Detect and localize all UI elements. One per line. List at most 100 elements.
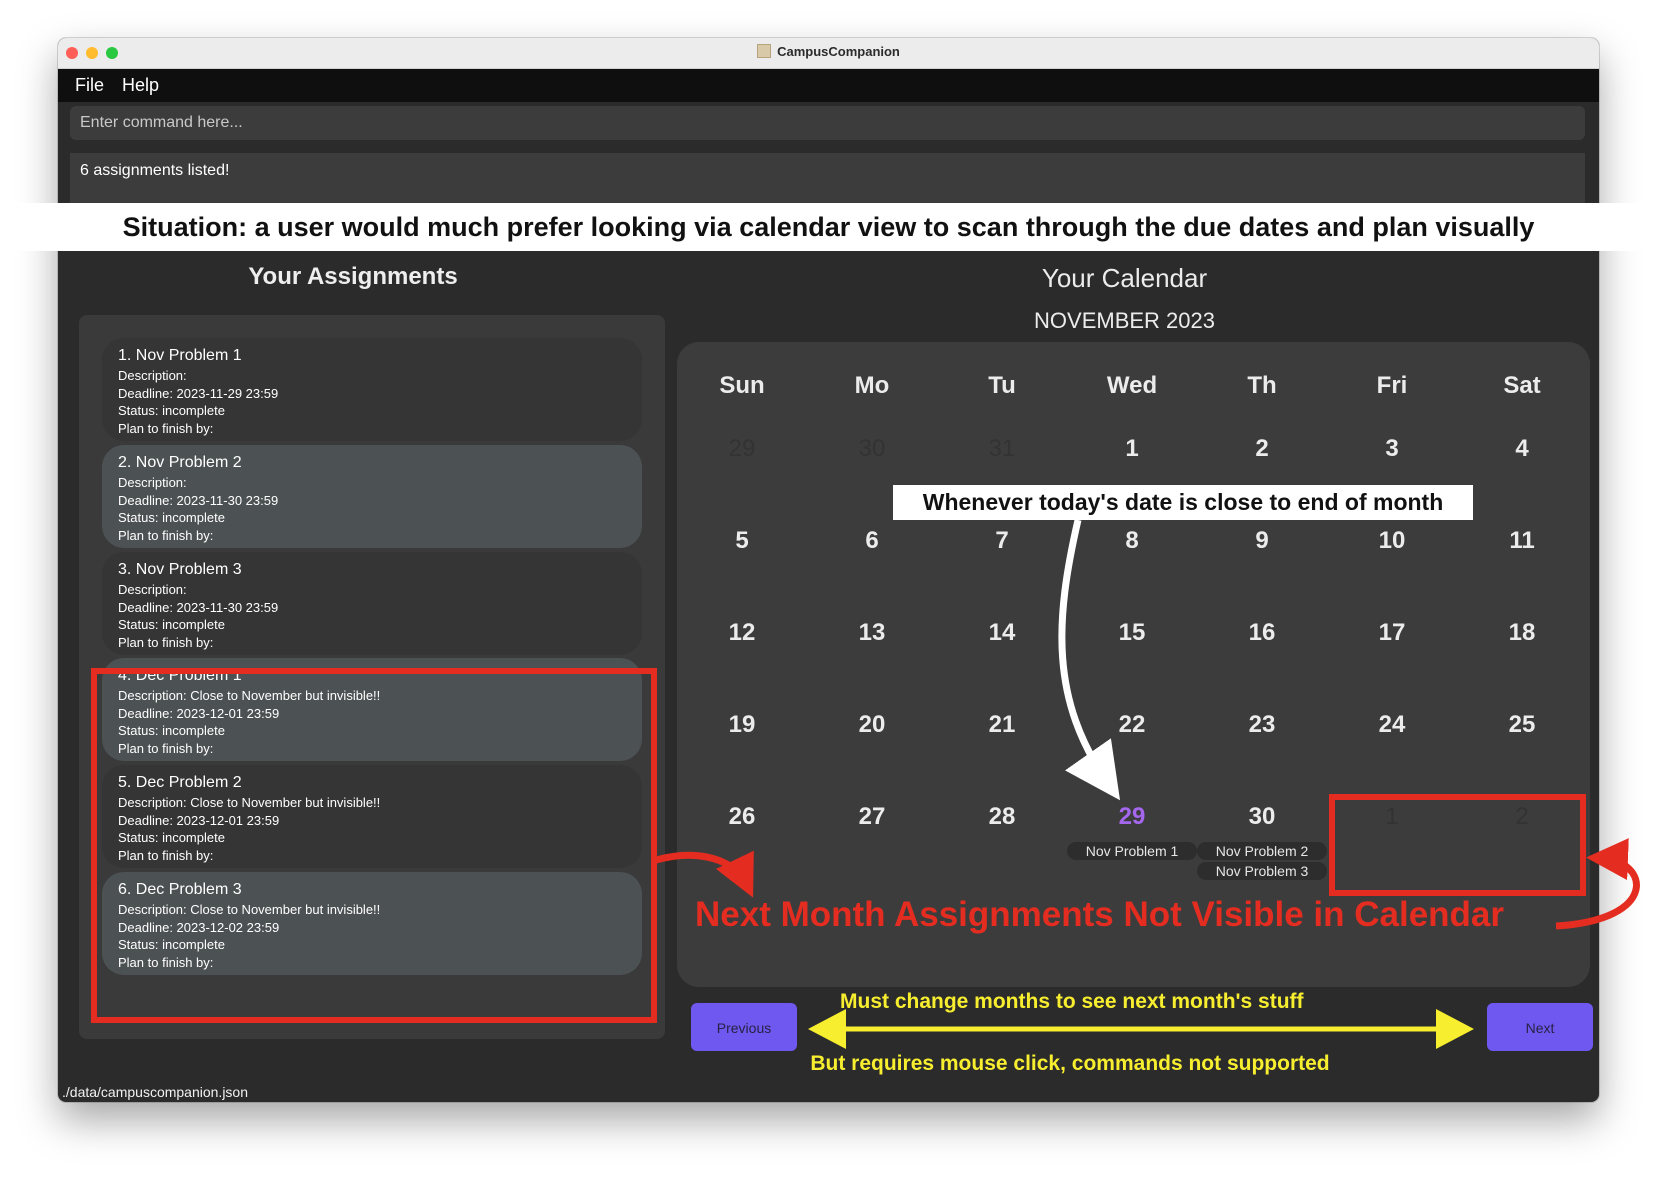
weekday-header: Sat (1503, 372, 1541, 399)
assignment-card[interactable]: 1. Nov Problem 1 Description: Deadline: … (102, 338, 642, 441)
calendar-day[interactable]: 20 (807, 711, 937, 739)
menu-file[interactable]: File (75, 75, 104, 96)
calendar-day-other-month[interactable]: 30 (807, 435, 937, 463)
assignment-status: Status: incomplete (118, 830, 225, 845)
calendar-day[interactable]: 4 (1457, 435, 1587, 463)
menu-help[interactable]: Help (122, 75, 159, 96)
calendar-day[interactable]: 13 (807, 619, 937, 647)
calendar-day-other-month[interactable]: 1 (1327, 803, 1457, 831)
window-title-wrap: CampusCompanion (58, 44, 1599, 59)
assignment-description: Description: (118, 582, 187, 597)
calendar-day[interactable]: 27 (807, 803, 937, 831)
assignment-plan: Plan to finish by: (118, 954, 214, 970)
assignment-description: Description: (118, 475, 187, 490)
annotation-mouse-required: But requires mouse click, commands not s… (810, 1052, 1330, 1075)
calendar-day[interactable]: 17 (1327, 619, 1457, 647)
calendar-day[interactable]: 26 (677, 803, 807, 831)
assignment-plan: Plan to finish by: (118, 847, 214, 863)
assignment-card[interactable]: 4. Dec Problem 1 Description: Close to N… (102, 658, 642, 761)
calendar-day[interactable]: 12 (677, 619, 807, 647)
assignment-deadline: Deadline: 2023-11-30 23:59 (118, 599, 279, 615)
assignment-status: Status: incomplete (118, 937, 225, 952)
calendar-day-today[interactable]: 29 (1067, 803, 1197, 831)
next-month-button[interactable]: Next (1487, 1003, 1593, 1051)
assignment-deadline: Deadline: 2023-11-30 23:59 (118, 492, 279, 508)
calendar-day[interactable]: 10 (1327, 527, 1457, 555)
assignment-status: Status: incomplete (118, 510, 225, 525)
app-icon (757, 44, 772, 58)
weekday-header: Sun (719, 372, 765, 399)
calendar-day[interactable]: 9 (1197, 527, 1327, 555)
calendar-day[interactable]: 28 (937, 803, 1067, 831)
assignment-description: Description: Close to November but invis… (118, 902, 381, 917)
calendar-day[interactable]: 22 (1067, 711, 1197, 739)
weekday-header: Mo (854, 372, 890, 399)
window-title: CampusCompanion (777, 44, 900, 59)
previous-month-button[interactable]: Previous (691, 1003, 797, 1051)
calendar-event-chip[interactable]: Nov Problem 3 (1197, 862, 1327, 880)
assignment-plan: Plan to finish by: (118, 420, 214, 436)
annotation-next-month-invisible: Next Month Assignments Not Visible in Ca… (695, 895, 1505, 934)
assignment-title: 5. Dec Problem 2 (118, 774, 242, 791)
calendar-day[interactable]: 15 (1067, 619, 1197, 647)
calendar-day[interactable]: 21 (937, 711, 1067, 739)
assignment-title: 4. Dec Problem 1 (118, 667, 242, 684)
calendar-day[interactable]: 18 (1457, 619, 1587, 647)
calendar-day[interactable]: 6 (807, 527, 937, 555)
calendar-day[interactable]: 14 (937, 619, 1067, 647)
calendar-day[interactable]: 23 (1197, 711, 1327, 739)
assignment-list[interactable]: 1. Nov Problem 1 Description: Deadline: … (79, 315, 665, 1039)
calendar-day[interactable]: 24 (1327, 711, 1457, 739)
assignment-status: Status: incomplete (118, 403, 225, 418)
assignment-description: Description: Close to November but invis… (118, 795, 381, 810)
assignment-description: Description: (118, 368, 187, 383)
app-window: CampusCompanion File Help 6 assignments … (58, 38, 1599, 1102)
calendar-day[interactable]: 1 (1067, 435, 1197, 463)
assignment-card[interactable]: 6. Dec Problem 3 Description: Close to N… (102, 872, 642, 975)
assignment-plan: Plan to finish by: (118, 527, 214, 543)
assignment-description: Description: Close to November but invis… (118, 688, 381, 703)
weekday-header: Wed (1106, 372, 1158, 399)
assignment-card[interactable]: 3. Nov Problem 3 Description: Deadline: … (102, 552, 642, 655)
annotation-change-months: Must change months to see next month's s… (840, 990, 1304, 1013)
calendar-day[interactable]: 30 (1197, 803, 1327, 831)
calendar-day[interactable]: 19 (677, 711, 807, 739)
assignment-plan: Plan to finish by: (118, 634, 214, 650)
status-bar-file-path: ./data/campuscompanion.json (62, 1084, 248, 1100)
assignment-status: Status: incomplete (118, 617, 225, 632)
calendar-day[interactable]: 16 (1197, 619, 1327, 647)
calendar-day[interactable]: 8 (1067, 527, 1197, 555)
assignment-card[interactable]: 2. Nov Problem 2 Description: Deadline: … (102, 445, 642, 548)
calendar-event-chip[interactable]: Nov Problem 2 (1197, 842, 1327, 860)
calendar-day-other-month[interactable]: 31 (937, 435, 1067, 463)
assignment-deadline: Deadline: 2023-12-01 23:59 (118, 705, 280, 721)
command-input[interactable] (70, 106, 1585, 140)
situation-banner: Situation: a user would much prefer look… (0, 203, 1657, 251)
calendar-day[interactable]: 5 (677, 527, 807, 555)
weekday-header: Tu (988, 372, 1016, 399)
calendar-day[interactable]: 2 (1197, 435, 1327, 463)
calendar-day[interactable]: 3 (1327, 435, 1457, 463)
calendar-event-chip[interactable]: Nov Problem 1 (1067, 842, 1197, 860)
calendar-heading: Your Calendar (1041, 263, 1208, 293)
calendar-day-other-month[interactable]: 2 (1457, 803, 1587, 831)
assignment-title: 3. Nov Problem 3 (118, 561, 242, 578)
assignment-title: 2. Nov Problem 2 (118, 454, 242, 471)
result-message: 6 assignments listed! (80, 162, 230, 179)
assignment-deadline: Deadline: 2023-12-01 23:59 (118, 812, 280, 828)
weekday-header: Th (1247, 372, 1277, 399)
calendar-day[interactable]: 7 (937, 527, 1067, 555)
assignment-plan: Plan to finish by: (118, 740, 214, 756)
calendar-month-label: NOVEMBER 2023 (1034, 308, 1215, 333)
assignment-deadline: Deadline: 2023-12-02 23:59 (118, 919, 280, 935)
annotation-note-month-end: Whenever today's date is close to end of… (893, 485, 1473, 520)
title-bar: CampusCompanion (58, 38, 1599, 69)
weekday-header: Fri (1376, 372, 1408, 399)
assignment-title: 6. Dec Problem 3 (118, 881, 242, 898)
calendar-day[interactable]: 11 (1457, 527, 1587, 555)
assignment-card[interactable]: 5. Dec Problem 2 Description: Close to N… (102, 765, 642, 868)
menu-bar: File Help (58, 69, 1599, 102)
calendar-day[interactable]: 25 (1457, 711, 1587, 739)
calendar-day-other-month[interactable]: 29 (677, 435, 807, 463)
assignment-deadline: Deadline: 2023-11-29 23:59 (118, 385, 279, 401)
